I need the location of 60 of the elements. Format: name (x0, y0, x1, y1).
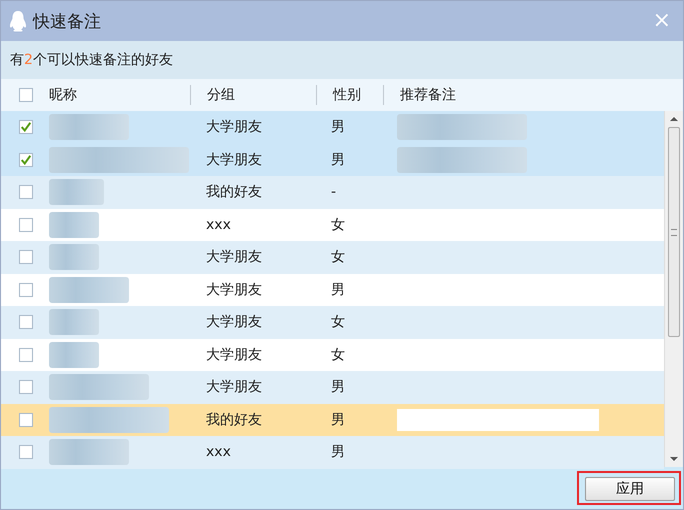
friend-row[interactable]: 大学朋友 男 (1, 144, 664, 176)
friend-row[interactable]: xxx 女 (1, 208, 664, 241)
blurred-nickname (49, 309, 99, 336)
group-cell: 大学朋友 (206, 152, 262, 168)
checkbox[interactable] (19, 282, 33, 297)
group-cell: 我的好友 (206, 412, 262, 428)
checkbox[interactable] (19, 120, 33, 134)
column-header: 推荐备注 (400, 86, 456, 104)
group-cell: 我的好友 (206, 184, 262, 200)
scrollbar[interactable] (664, 111, 683, 467)
column-header: 性别 (333, 87, 361, 103)
apply-button[interactable]: 应用 (585, 477, 675, 501)
gender-cell: 男 (331, 444, 345, 460)
blurred-nickname (49, 212, 99, 238)
group-cell: 大学朋友 (206, 119, 262, 136)
checkbox[interactable] (19, 412, 33, 427)
gender-cell: 男 (331, 282, 345, 298)
checkbox[interactable] (19, 218, 33, 232)
checkbox[interactable] (19, 185, 33, 200)
gender-cell: 男 (331, 152, 345, 168)
gender-cell: - (331, 184, 336, 200)
group-cell: xxx (206, 444, 231, 460)
checkbox[interactable] (19, 250, 33, 264)
blurred-nickname (49, 244, 99, 270)
checkbox[interactable] (19, 88, 33, 102)
checkbox[interactable] (19, 152, 33, 167)
penguin-icon (9, 10, 27, 32)
gender-cell: 女 (331, 249, 345, 266)
remark-field[interactable] (397, 408, 599, 431)
group-cell: 大学朋友 (206, 314, 262, 330)
gender-cell: 女 (331, 346, 345, 363)
group-cell: 大学朋友 (206, 282, 262, 298)
gender-cell: 男 (331, 119, 345, 136)
group-cell: 大学朋友 (206, 379, 262, 396)
friend-row[interactable]: 大学朋友 男 (1, 111, 664, 144)
column-header: 分组 (207, 87, 235, 103)
checkbox[interactable] (19, 315, 33, 330)
blurred-nickname (49, 342, 99, 368)
friend-row[interactable]: 我的好友 男 (1, 404, 664, 436)
checkbox[interactable] (19, 445, 33, 460)
friend-row[interactable]: 大学朋友 男 (1, 274, 664, 306)
blurred-nickname (49, 179, 104, 206)
checkbox[interactable] (19, 348, 33, 362)
friend-row[interactable]: 大学朋友 男 (1, 371, 664, 404)
column-header: 昵称 (49, 86, 77, 104)
checkbox[interactable] (19, 380, 33, 394)
friend-row[interactable]: xxx 男 (1, 436, 664, 468)
gender-cell: 男 (331, 379, 345, 396)
friend-row[interactable]: 大学朋友 女 (1, 306, 664, 338)
group-cell: 大学朋友 (206, 249, 262, 266)
group-cell: 大学朋友 (206, 346, 262, 363)
friend-row[interactable]: 大学朋友 女 (1, 241, 664, 274)
gender-cell: 女 (331, 314, 345, 330)
window-title: 快速备注 (33, 10, 102, 32)
friend-row[interactable]: 我的好友 - (1, 176, 664, 208)
summary-text: 有2个可以快速备注的好友 (10, 51, 173, 69)
group-cell: xxx (206, 216, 231, 233)
friend-row[interactable]: 大学朋友 女 (1, 338, 664, 371)
gender-cell: 男 (331, 412, 345, 428)
gender-cell: 女 (331, 216, 345, 233)
